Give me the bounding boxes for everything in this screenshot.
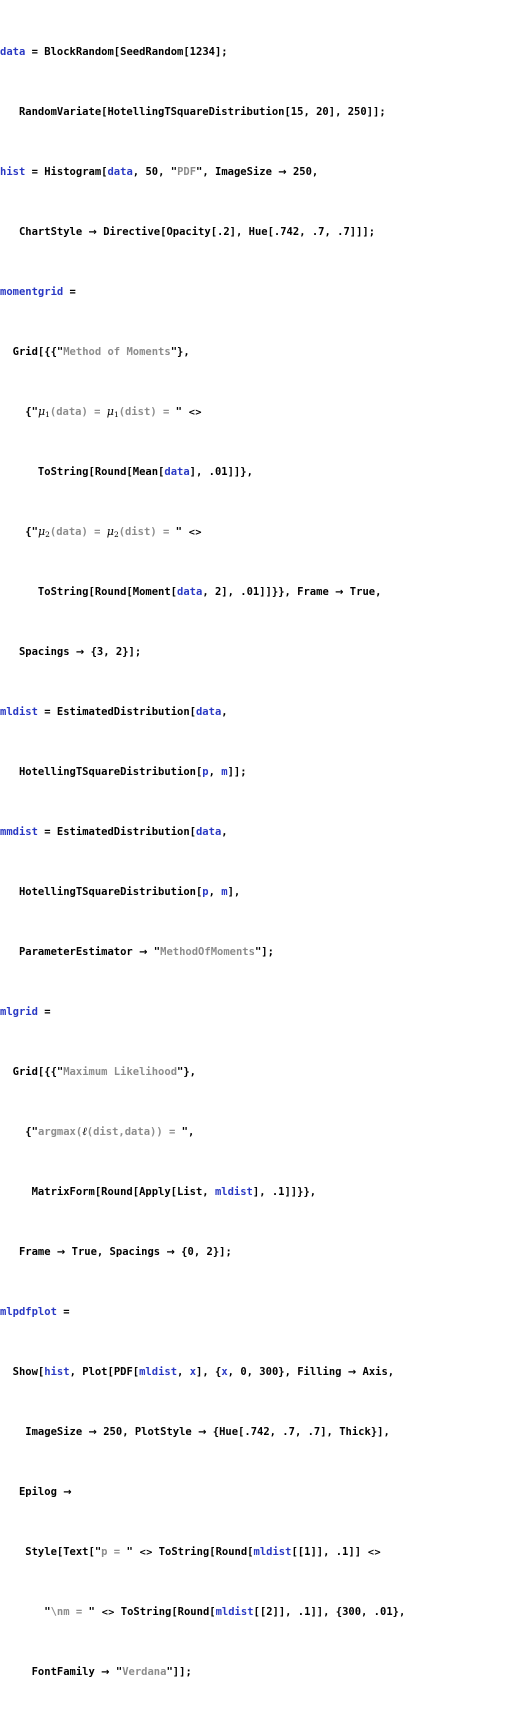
code-line: ParameterEstimator → "MethodOfMoments"]; [0,946,274,958]
mu-1-symbol: μ1 [37,405,50,420]
code-line: Grid[{{"Method of Moments"}, [0,346,190,358]
code-line: mmdist = EstimatedDistribution[data, [0,826,228,838]
code-line: {"argmax(ℓ(dist,data)) = ", [0,1125,195,1138]
code-line: Style[Text["p = " <> ToString[Round[mldi… [0,1546,381,1558]
code-line: hist = Histogram[data, 50, "PDF", ImageS… [0,166,319,178]
code-line: ToString[Round[Moment[data, 2], .01]]}},… [0,586,382,598]
code-line: Frame → True, Spacings → {0, 2}]; [0,1246,232,1258]
rule-arrow-icon: → [101,1667,110,1678]
string-join-operator: <> [188,407,202,418]
code-line: "\nm = " <> ToString[Round[mldist[[2]], … [44,1606,406,1618]
mu-2-symbol: μ2 [37,525,50,540]
symbol-mlgrid: mlgrid [0,1006,38,1018]
code-line: ToString[Round[Mean[data], .01]]}, [0,466,253,478]
string-verdana: Verdana [122,1666,167,1678]
rule-arrow-icon: → [88,1427,97,1438]
code-listing[interactable]: data = BlockRandom[SeedRandom[1234]; Ran… [0,0,508,1718]
mu-1-symbol: μ1 [106,405,119,420]
code-line: HotellingTSquareDistribution[p, m], [0,886,241,898]
symbol-mldist: mldist [0,706,38,718]
code-line: mlgrid = [0,1006,51,1018]
string-method-of-moments: Method of Moments [63,346,171,358]
code-line: {"μ1(data) = μ1(dist) = " <> [0,405,202,420]
symbol-momentgrid: momentgrid [0,286,64,298]
string-newline-m: \nm = [50,1606,89,1618]
string-join-operator: <> [139,1547,153,1558]
rule-arrow-icon: → [88,227,97,238]
rule-arrow-icon: → [63,1487,72,1498]
string-join-operator: <> [188,527,202,538]
symbol-mmdist: mmdist [0,826,38,838]
symbol-data: data [0,46,26,58]
string-join-operator: <> [101,1607,115,1618]
symbol-hist: hist [0,166,26,178]
string-pdf: PDF [177,166,197,178]
symbol-mlpdfplot: mlpdfplot [0,1306,57,1318]
code-line: RandomVariate[HotellingTSquareDistributi… [0,106,386,118]
code-line: momentgrid = [0,286,76,298]
rule-arrow-icon: → [278,167,287,178]
rule-arrow-icon: → [198,1427,207,1438]
code-line: HotellingTSquareDistribution[p, m]]; [0,766,247,778]
code-line: Epilog → [0,1486,72,1498]
rule-arrow-icon: → [139,947,148,958]
mu-2-symbol: μ2 [106,525,119,540]
rule-arrow-icon: → [347,1367,357,1378]
rule-arrow-icon: → [56,1247,66,1258]
code-line: mlpdfplot = [0,1306,70,1318]
code-line: Spacings → {3, 2}]; [0,646,142,658]
code-line: MatrixForm[Round[Apply[List, mldist], .1… [0,1186,317,1198]
code-line: Grid[{{"Maximum Likelihood"}, [0,1066,197,1078]
code-line: data = BlockRandom[SeedRandom[1234]; [0,46,228,58]
string-maximum-likelihood: Maximum Likelihood [63,1066,178,1078]
string-join-operator: <> [367,1547,381,1558]
code-line: Show[hist, Plot[PDF[mldist, x], {x, 0, 3… [0,1366,395,1378]
string-method-of-moments-option: MethodOfMoments [160,946,255,958]
code-line: ImageSize → 250, PlotStyle → {Hue[.742, … [0,1426,390,1438]
code-line: {"μ2(data) = μ2(dist) = " <> [0,525,202,540]
code-line: mldist = EstimatedDistribution[data, [0,706,228,718]
rule-arrow-icon: → [166,1247,175,1258]
code-line: ChartStyle → Directive[Opacity[.2], Hue[… [0,226,376,238]
code-line: FontFamily → "Verdana"]]; [0,1666,192,1678]
rule-arrow-icon: → [75,647,85,658]
